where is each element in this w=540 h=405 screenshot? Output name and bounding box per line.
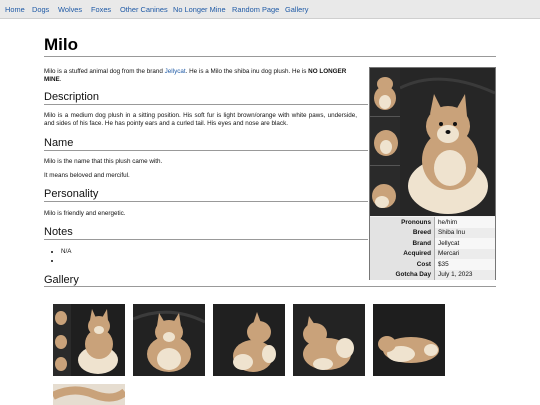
name-paragraph-1: Milo is the name that this plush came wi… [44, 158, 163, 165]
infobox-thumbnail[interactable] [370, 166, 400, 216]
gallery-image[interactable] [53, 384, 125, 405]
infobox-thumbnail[interactable] [370, 117, 400, 166]
infobox-value: July 1, 2023 [434, 269, 495, 280]
infobox-row: Gotcha Day July 1, 2023 [370, 269, 495, 280]
personality-paragraph: Milo is friendly and energetic. [44, 210, 126, 217]
title-divider [44, 56, 496, 57]
gallery-divider [44, 286, 496, 287]
intro-text-end: . [59, 75, 62, 83]
infobox-value: $35 [434, 259, 495, 270]
infobox-key: Pronouns [370, 217, 435, 228]
personality-heading: Personality [44, 188, 99, 200]
intro-paragraph: Milo is a stuffed animal dog from the br… [44, 68, 360, 83]
top-nav-bar: Home Dogs Wolves Foxes Other Canines No … [0, 0, 540, 19]
nav-link-other-canines[interactable]: Other Canines [120, 5, 168, 14]
intro-text-mid: . He is a Milo the shiba inu dog plush. … [185, 68, 309, 75]
gallery-heading: Gallery [44, 274, 79, 286]
name-heading: Name [44, 137, 74, 149]
gallery-image[interactable] [373, 304, 445, 376]
nav-link-no-longer-mine[interactable]: No Longer Mine [173, 5, 226, 14]
nav-link-home[interactable]: Home [5, 5, 25, 14]
infobox-table: Pronouns he/him Breed Shiba Inu Brand Jelly… [370, 217, 495, 280]
description-heading: Description [44, 91, 100, 103]
infobox-key: Gotcha Day [370, 269, 435, 280]
description-paragraph: Milo is a medium dog plush in a sitting … [44, 112, 357, 127]
notes-item: N/A [61, 247, 72, 256]
personality-divider [44, 201, 368, 202]
name-divider [44, 150, 368, 151]
infobox-row: Pronouns he/him [370, 217, 495, 228]
gallery-image[interactable] [53, 304, 125, 376]
infobox-thumbnail-column [370, 68, 400, 216]
gallery-image[interactable] [213, 304, 285, 376]
gallery-image[interactable] [293, 304, 365, 376]
infobox-thumbnail[interactable] [370, 68, 400, 117]
notes-list: N/A [52, 247, 72, 265]
infobox-row: Cost $35 [370, 259, 495, 270]
nav-link-dogs[interactable]: Dogs [32, 5, 49, 14]
notes-heading: Notes [44, 226, 73, 238]
intro-text: Milo is a stuffed animal dog from the br… [44, 68, 165, 75]
page-title: Milo [44, 35, 78, 54]
nav-link-foxes[interactable]: Foxes [91, 5, 111, 14]
infobox-key: Brand [370, 238, 435, 249]
infobox-value: he/him [434, 217, 495, 228]
name-paragraph-2: It means beloved and merciful. [44, 172, 130, 179]
infobox-row: Brand Jellycat [370, 238, 495, 249]
infobox-key: Acquired [370, 248, 435, 259]
infobox-value: Mercari [434, 248, 495, 259]
notes-item [61, 256, 72, 265]
infobox-key: Breed [370, 227, 435, 238]
infobox-row: Acquired Mercari [370, 248, 495, 259]
infobox-row: Breed Shiba Inu [370, 227, 495, 238]
infobox-key: Cost [370, 259, 435, 270]
infobox-value: Jellycat [434, 238, 495, 249]
nav-link-random-page[interactable]: Random Page [232, 5, 279, 14]
notes-divider [44, 239, 368, 240]
gallery-image[interactable] [133, 304, 205, 376]
description-divider [44, 104, 368, 105]
infobox-photo[interactable] [370, 68, 495, 216]
infobox-value: Shiba Inu [434, 227, 495, 238]
nav-link-wolves[interactable]: Wolves [58, 5, 82, 14]
brand-link[interactable]: Jellycat [165, 68, 186, 75]
nav-link-gallery[interactable]: Gallery [285, 5, 308, 14]
